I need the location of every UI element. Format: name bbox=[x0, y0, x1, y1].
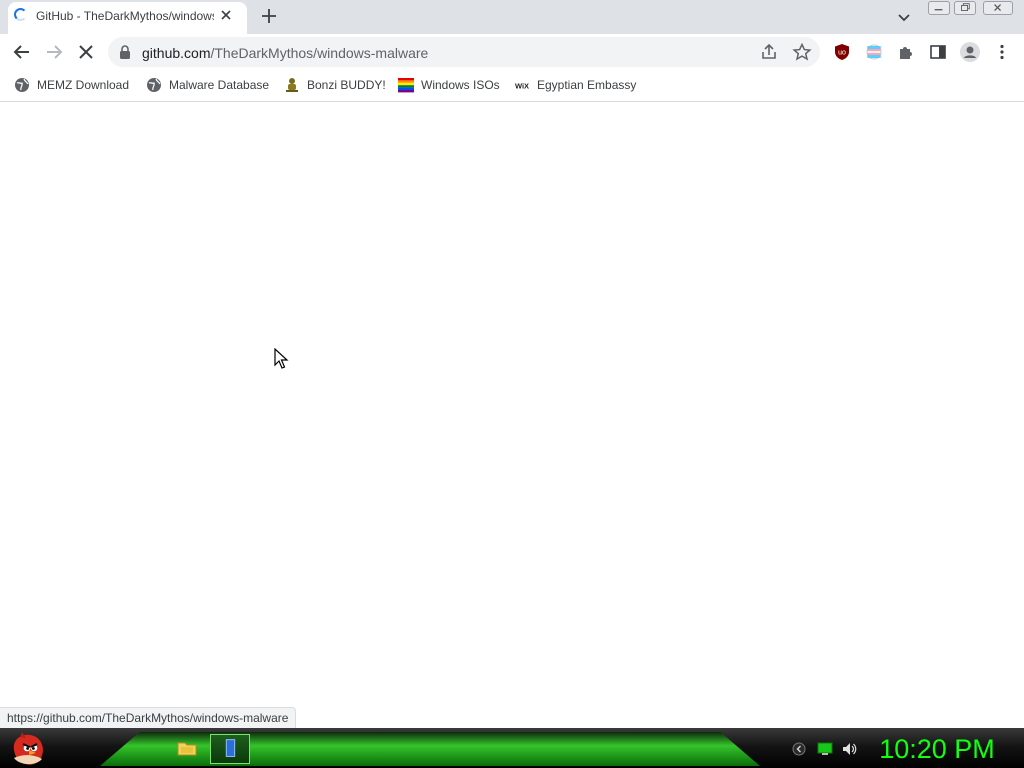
bookmark-egyptian-embassy[interactable]: WiX Egyptian Embassy bbox=[514, 74, 636, 96]
close-icon[interactable] bbox=[983, 1, 1013, 15]
chrome-window-icon[interactable] bbox=[210, 734, 250, 764]
share-icon[interactable] bbox=[760, 43, 780, 61]
bookmark-label: Egyptian Embassy bbox=[537, 78, 637, 92]
ublock-icon[interactable]: uo bbox=[834, 43, 850, 61]
tab-title: GitHub - TheDarkMythos/windows-malware bbox=[36, 9, 214, 23]
bookmark-label: Bonzi BUDDY! bbox=[307, 78, 386, 92]
network-icon[interactable] bbox=[817, 742, 833, 756]
wix-icon: WiX bbox=[515, 82, 529, 91]
bookmark-memz-download[interactable]: MEMZ Download bbox=[14, 74, 129, 96]
rainbow-flag-icon bbox=[398, 78, 414, 93]
url-text[interactable]: github.com/TheDarkMythos/windows-malware bbox=[142, 45, 642, 61]
stop-loading-icon[interactable] bbox=[74, 40, 98, 64]
taskbar-clock[interactable]: 10:20 PM bbox=[872, 732, 1002, 766]
globe-icon bbox=[15, 78, 29, 92]
svg-text:WiX: WiX bbox=[515, 82, 529, 91]
mouse-cursor-icon bbox=[274, 348, 289, 369]
restore-icon[interactable] bbox=[954, 1, 976, 15]
new-tab-icon[interactable] bbox=[258, 5, 280, 27]
taskbar-glow bbox=[100, 732, 760, 766]
side-panel-icon[interactable] bbox=[929, 43, 947, 61]
tab-search-chevron-icon[interactable] bbox=[894, 8, 914, 26]
profile-icon[interactable] bbox=[959, 41, 981, 63]
minimize-icon[interactable] bbox=[928, 1, 950, 15]
bookmark-malware-database[interactable]: Malware Database bbox=[146, 74, 269, 96]
status-link-url: https://github.com/TheDarkMythos/windows… bbox=[0, 707, 297, 729]
page-content bbox=[0, 102, 1024, 728]
volume-icon[interactable] bbox=[841, 741, 857, 757]
lock-icon[interactable] bbox=[118, 44, 132, 60]
tray-overflow-icon[interactable] bbox=[792, 742, 806, 756]
loading-spinner-icon bbox=[14, 8, 27, 21]
start-orb-icon[interactable] bbox=[8, 728, 48, 768]
bonzi-icon bbox=[286, 78, 298, 92]
puzzle-icon[interactable] bbox=[897, 43, 915, 61]
svg-text:uo: uo bbox=[838, 50, 846, 57]
star-icon[interactable] bbox=[792, 43, 812, 61]
bookmark-bonzi-buddy[interactable]: Bonzi BUDDY! bbox=[284, 74, 386, 96]
bookmark-windows-isos[interactable]: Windows ISOs bbox=[398, 74, 500, 96]
forward-icon[interactable] bbox=[42, 40, 66, 64]
menu-icon[interactable] bbox=[994, 43, 1010, 61]
file-explorer-icon[interactable] bbox=[176, 738, 198, 758]
url-host: github.com bbox=[142, 45, 211, 61]
bookmark-label: Windows ISOs bbox=[421, 78, 500, 92]
back-icon[interactable] bbox=[10, 40, 34, 64]
extension-flag-icon[interactable] bbox=[866, 43, 882, 61]
tab-close-icon[interactable] bbox=[218, 7, 234, 23]
globe-icon bbox=[147, 78, 161, 92]
url-path: /TheDarkMythos/windows-malware bbox=[210, 45, 429, 61]
bookmark-label: MEMZ Download bbox=[37, 78, 130, 92]
bookmark-label: Malware Database bbox=[169, 78, 270, 92]
